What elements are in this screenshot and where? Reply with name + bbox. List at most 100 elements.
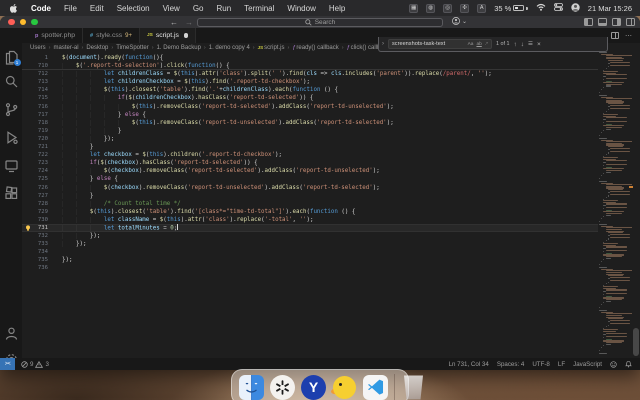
code-line-714[interactable]: 714 $(this).closest('table').find('.'+ch…: [22, 86, 598, 94]
menu-item[interactable]: Help: [329, 4, 345, 13]
scrollbar-thumb[interactable]: [633, 328, 639, 356]
code-line-736[interactable]: 736: [22, 264, 598, 272]
minimap[interactable]: [598, 52, 632, 358]
breadcrumb-item[interactable]: Desktop: [86, 45, 108, 51]
close-icon[interactable]: ×: [537, 41, 541, 48]
menu-extra-icon[interactable]: ◍: [426, 3, 436, 13]
find-in-selection-icon[interactable]: ☰: [528, 41, 533, 47]
toggle-panel-icon[interactable]: [598, 18, 607, 26]
code-line-712[interactable]: 712 let childrenClass = $(this).attr('cl…: [22, 70, 598, 78]
menu-item[interactable]: Window: [287, 4, 315, 13]
wifi-icon[interactable]: [536, 3, 546, 13]
notifications-bell-icon[interactable]: [625, 360, 632, 368]
toggle-sidebar-icon[interactable]: [584, 18, 593, 26]
code-line-733[interactable]: 733 });: [22, 240, 598, 248]
encoding[interactable]: UTF-8: [532, 361, 550, 368]
code-line-718[interactable]: 718 $(this).removeClass('report-td-unsel…: [22, 119, 598, 127]
breadcrumb-item[interactable]: JSscript.js: [258, 45, 285, 51]
activity-run-and-debug-icon[interactable]: [4, 130, 19, 145]
back-button[interactable]: ←: [170, 18, 178, 27]
profile-menu[interactable]: ⌄: [452, 17, 467, 25]
menu-item[interactable]: Go: [193, 4, 204, 13]
lightbulb-icon[interactable]: [25, 225, 31, 231]
menu-item[interactable]: Selection: [117, 4, 150, 13]
tab-spotter.php[interactable]: p spotter.php: [28, 28, 84, 43]
breadcrumb-item[interactable]: master-al: [54, 45, 79, 51]
code-line-713[interactable]: 713 let childrenCheckbox = $(this).find(…: [22, 78, 598, 86]
indentation[interactable]: Spaces: 4: [497, 361, 525, 368]
problems-indicator[interactable]: 9 3: [21, 360, 49, 368]
dock-chatgpt-icon[interactable]: [270, 374, 295, 400]
remote-indicator[interactable]: ><: [0, 358, 15, 370]
dock-trash-icon[interactable]: [404, 375, 423, 400]
breadcrumb-item[interactable]: ƒready() callback: [292, 45, 338, 51]
command-center-search[interactable]: Search: [197, 17, 443, 27]
dock-vscode-icon[interactable]: [363, 374, 388, 400]
dock-duck-icon[interactable]: [330, 375, 357, 400]
battery-indicator[interactable]: 35 %: [494, 4, 528, 13]
code-line-716[interactable]: 716 $(this).removeClass('report-td-selec…: [22, 103, 598, 111]
code-line-729[interactable]: 729 $(this).closest('table').find('[clas…: [22, 208, 598, 216]
cursor-position[interactable]: Ln 731, Col 34: [449, 361, 489, 368]
dock-finder-icon[interactable]: [239, 374, 264, 400]
code-line-1[interactable]: 1 $(document).ready(function(){: [22, 54, 598, 63]
match-case-icon[interactable]: Aa: [468, 42, 474, 47]
tab-script.js[interactable]: JS script.js: [139, 28, 197, 43]
feedback-smiley-icon[interactable]: [610, 360, 617, 368]
menu-item[interactable]: View: [163, 4, 180, 13]
code-line-726[interactable]: 726 $(checkbox).removeClass('report-td-u…: [22, 184, 598, 192]
control-center-icon[interactable]: [553, 3, 563, 13]
user-menu-icon[interactable]: [571, 2, 580, 14]
code-line-723[interactable]: 723 if($(checkbox).hasClass('report-td-s…: [22, 159, 598, 167]
code-line-724[interactable]: 724 $(checkbox).removeClass('report-td-s…: [22, 167, 598, 175]
regex-icon[interactable]: .*: [485, 42, 488, 47]
input-source-icon[interactable]: A: [477, 3, 487, 13]
code-line-728[interactable]: 728 /* Count total time */: [22, 200, 598, 208]
code-line-735[interactable]: 735});: [22, 256, 598, 264]
code-line-730[interactable]: 730 let className = $(this).attr('class'…: [22, 216, 598, 224]
eol-sequence[interactable]: LF: [558, 361, 565, 368]
menu-item[interactable]: File: [64, 4, 77, 13]
activity-accounts-icon[interactable]: [4, 326, 19, 341]
code-line-710[interactable]: 710 $('.report-td-selection').click(func…: [22, 62, 598, 71]
code-line-732[interactable]: 732 });: [22, 232, 598, 240]
code-line-727[interactable]: 727 }: [22, 192, 598, 200]
menu-extra-icon[interactable]: ◎: [443, 3, 453, 13]
breadcrumb-item[interactable]: 1. Demo Backup: [157, 45, 201, 51]
breadcrumb-item[interactable]: TimeSpotter: [116, 45, 148, 51]
forward-button[interactable]: →: [185, 18, 193, 27]
menu-app-name[interactable]: Code: [31, 4, 51, 13]
code-line-725[interactable]: 725 } else {: [22, 175, 598, 183]
activity-search-icon[interactable]: [4, 74, 19, 89]
close-window-button[interactable]: [8, 18, 15, 26]
code-line-720[interactable]: 720 });: [22, 135, 598, 143]
find-input[interactable]: screenshots-task-text Aa ab .*: [388, 39, 492, 49]
breadcrumb-item[interactable]: 1. demo copy 4: [209, 45, 250, 51]
code-line-721[interactable]: 721 }: [22, 143, 598, 151]
customize-layout-icon[interactable]: [626, 18, 635, 26]
apple-menu-icon[interactable]: [9, 3, 18, 13]
minimize-window-button[interactable]: [19, 18, 26, 26]
activity-remote-explorer-icon[interactable]: [4, 158, 19, 173]
code-line-717[interactable]: 717 } else {: [22, 111, 598, 119]
language-mode[interactable]: JavaScript: [573, 361, 602, 368]
next-match-icon[interactable]: ↓: [521, 41, 524, 48]
code-line-719[interactable]: 719 }: [22, 127, 598, 135]
menubar-clock[interactable]: 21 Mar 15:26: [588, 4, 632, 13]
menu-item[interactable]: Edit: [90, 4, 104, 13]
breadcrumb-item[interactable]: Users: [30, 45, 46, 51]
more-actions-icon[interactable]: ⋯: [625, 32, 632, 40]
maximize-window-button[interactable]: [31, 18, 38, 26]
menu-item[interactable]: Run: [216, 4, 231, 13]
toggle-secondary-sidebar-icon[interactable]: [612, 18, 621, 26]
code-line-731[interactable]: 731 let totalMinutes = 0;: [22, 223, 598, 233]
toggle-replace-icon[interactable]: ›: [382, 41, 384, 47]
dock-yandex-icon[interactable]: Y: [301, 374, 326, 400]
activity-explorer-icon[interactable]: 1: [4, 50, 21, 66]
activity-extensions-icon[interactable]: [4, 186, 19, 201]
previous-match-icon[interactable]: ↑: [514, 41, 517, 48]
code-line-722[interactable]: 722 let checkbox = $(this).children('.re…: [22, 151, 598, 159]
menu-item[interactable]: Terminal: [244, 4, 274, 13]
code-editor[interactable]: 1 $(document).ready(function(){710 $('.re…: [22, 52, 598, 358]
split-editor-icon[interactable]: [611, 32, 619, 39]
